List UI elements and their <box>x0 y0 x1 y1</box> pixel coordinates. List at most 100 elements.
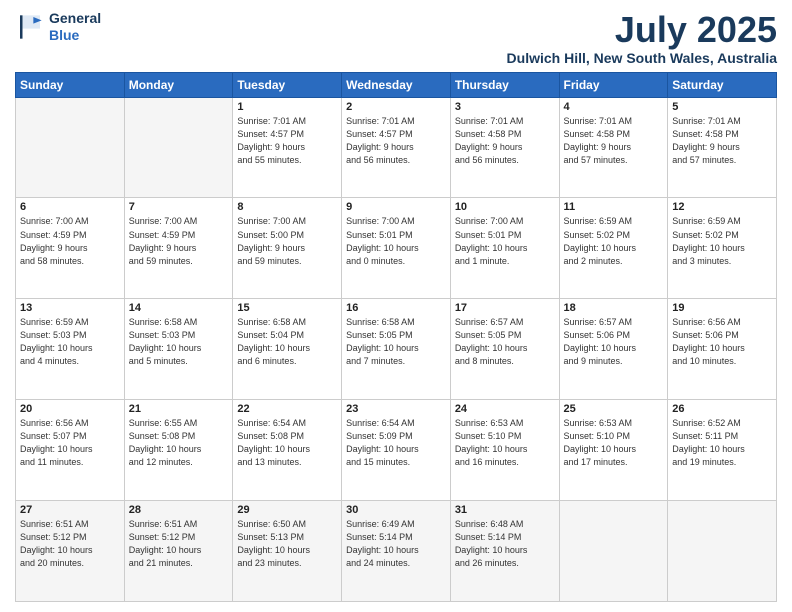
calendar-week-row: 13Sunrise: 6:59 AM Sunset: 5:03 PM Dayli… <box>16 299 777 400</box>
calendar-week-row: 1 Sunrise: 7:01 AM Sunset: 4:57 PM Daylig… <box>16 97 777 198</box>
calendar-cell: 26 Sunrise: 6:52 AM Sunset: 5:11 PM Dayli… <box>668 400 777 501</box>
calendar-cell: 31 Sunrise: 6:48 AM Sunset: 5:14 PM Dayli… <box>450 501 559 602</box>
calendar-cell: 6 Sunrise: 7:00 AM Sunset: 4:59 PM Daylig… <box>16 198 125 299</box>
calendar-cell: 13Sunrise: 6:59 AM Sunset: 5:03 PM Dayli… <box>16 299 125 400</box>
calendar-cell: 22Sunrise: 6:54 AM Sunset: 5:08 PM Dayli… <box>233 400 342 501</box>
day-info: Sunrise: 7:00 AM Sunset: 4:59 PM Dayligh… <box>20 215 120 267</box>
calendar-week-row: 6 Sunrise: 7:00 AM Sunset: 4:59 PM Daylig… <box>16 198 777 299</box>
day-number: 10 <box>455 201 555 213</box>
day-number: 13 <box>20 302 120 314</box>
day-number: 20 <box>20 403 120 415</box>
calendar-cell: 5 Sunrise: 7:01 AM Sunset: 4:58 PM Daylig… <box>668 97 777 198</box>
day-info: Sunrise: 6:52 AM Sunset: 5:11 PM Dayligh… <box>672 417 772 469</box>
calendar-cell: 19 Sunrise: 6:56 AM Sunset: 5:06 PM Dayli… <box>668 299 777 400</box>
day-number: 4 <box>564 101 664 113</box>
day-info: Sunrise: 6:56 AM Sunset: 5:07 PM Dayligh… <box>20 417 120 469</box>
col-monday: Monday <box>124 72 233 97</box>
calendar-cell: 12 Sunrise: 6:59 AM Sunset: 5:02 PM Dayli… <box>668 198 777 299</box>
logo-text: General Blue <box>49 10 101 44</box>
logo: General Blue <box>15 10 101 44</box>
day-number: 16 <box>346 302 446 314</box>
calendar-cell: 4 Sunrise: 7:01 AM Sunset: 4:58 PM Daylig… <box>559 97 668 198</box>
col-tuesday: Tuesday <box>233 72 342 97</box>
day-number: 9 <box>346 201 446 213</box>
calendar-cell: 18 Sunrise: 6:57 AM Sunset: 5:06 PM Dayli… <box>559 299 668 400</box>
day-number: 24 <box>455 403 555 415</box>
day-info: Sunrise: 6:59 AM Sunset: 5:02 PM Dayligh… <box>564 215 664 267</box>
day-number: 25 <box>564 403 664 415</box>
calendar-week-row: 27 Sunrise: 6:51 AM Sunset: 5:12 PM Dayli… <box>16 501 777 602</box>
col-saturday: Saturday <box>668 72 777 97</box>
calendar-cell: 1Sunrise: 7:01 AM Sunset: 4:57 PM Daylig… <box>233 97 342 198</box>
day-number: 19 <box>672 302 772 314</box>
day-number: 31 <box>455 504 555 516</box>
calendar-cell: 30 Sunrise: 6:49 AM Sunset: 5:14 PM Dayli… <box>342 501 451 602</box>
day-info: Sunrise: 7:01 AM Sunset: 4:57 PM Dayligh… <box>346 115 446 167</box>
day-number: 15 <box>237 302 337 314</box>
day-number: 11 <box>564 201 664 213</box>
title-block: July 2025 Dulwich Hill, New South Wales,… <box>507 10 777 66</box>
day-number: 27 <box>20 504 120 516</box>
calendar: Sunday Monday Tuesday Wednesday Thursday… <box>15 72 777 602</box>
page: General Blue July 2025 Dulwich Hill, New… <box>0 0 792 612</box>
day-number: 2 <box>346 101 446 113</box>
day-info: Sunrise: 6:59 AM Sunset: 5:02 PM Dayligh… <box>672 215 772 267</box>
calendar-cell <box>16 97 125 198</box>
calendar-cell: 21 Sunrise: 6:55 AM Sunset: 5:08 PM Dayli… <box>124 400 233 501</box>
day-number: 8 <box>237 201 337 213</box>
day-info: Sunrise: 6:58 AM Sunset: 5:04 PM Dayligh… <box>237 316 337 368</box>
day-info: Sunrise: 6:56 AM Sunset: 5:06 PM Dayligh… <box>672 316 772 368</box>
col-wednesday: Wednesday <box>342 72 451 97</box>
day-info: Sunrise: 6:48 AM Sunset: 5:14 PM Dayligh… <box>455 518 555 570</box>
day-info: Sunrise: 7:00 AM Sunset: 5:00 PM Dayligh… <box>237 215 337 267</box>
day-info: Sunrise: 6:57 AM Sunset: 5:06 PM Dayligh… <box>564 316 664 368</box>
day-number: 21 <box>129 403 229 415</box>
calendar-cell: 23 Sunrise: 6:54 AM Sunset: 5:09 PM Dayli… <box>342 400 451 501</box>
calendar-cell: 28 Sunrise: 6:51 AM Sunset: 5:12 PM Dayli… <box>124 501 233 602</box>
day-number: 3 <box>455 101 555 113</box>
day-number: 12 <box>672 201 772 213</box>
day-info: Sunrise: 6:51 AM Sunset: 5:12 PM Dayligh… <box>20 518 120 570</box>
day-info: Sunrise: 6:53 AM Sunset: 5:10 PM Dayligh… <box>564 417 664 469</box>
day-info: Sunrise: 7:01 AM Sunset: 4:58 PM Dayligh… <box>564 115 664 167</box>
logo-icon <box>15 12 45 42</box>
day-number: 23 <box>346 403 446 415</box>
day-number: 6 <box>20 201 120 213</box>
calendar-cell: 11 Sunrise: 6:59 AM Sunset: 5:02 PM Dayli… <box>559 198 668 299</box>
day-number: 5 <box>672 101 772 113</box>
calendar-cell <box>668 501 777 602</box>
day-info: Sunrise: 7:00 AM Sunset: 5:01 PM Dayligh… <box>346 215 446 267</box>
calendar-cell: 7Sunrise: 7:00 AM Sunset: 4:59 PM Daylig… <box>124 198 233 299</box>
day-info: Sunrise: 6:49 AM Sunset: 5:14 PM Dayligh… <box>346 518 446 570</box>
calendar-cell <box>559 501 668 602</box>
day-number: 30 <box>346 504 446 516</box>
calendar-cell: 10Sunrise: 7:00 AM Sunset: 5:01 PM Dayli… <box>450 198 559 299</box>
day-number: 22 <box>237 403 337 415</box>
day-number: 14 <box>129 302 229 314</box>
day-number: 7 <box>129 201 229 213</box>
calendar-week-row: 20 Sunrise: 6:56 AM Sunset: 5:07 PM Dayli… <box>16 400 777 501</box>
day-info: Sunrise: 6:50 AM Sunset: 5:13 PM Dayligh… <box>237 518 337 570</box>
calendar-cell: 8 Sunrise: 7:00 AM Sunset: 5:00 PM Daylig… <box>233 198 342 299</box>
calendar-cell: 27 Sunrise: 6:51 AM Sunset: 5:12 PM Dayli… <box>16 501 125 602</box>
calendar-cell: 25 Sunrise: 6:53 AM Sunset: 5:10 PM Dayli… <box>559 400 668 501</box>
calendar-cell: 14Sunrise: 6:58 AM Sunset: 5:03 PM Dayli… <box>124 299 233 400</box>
calendar-cell: 17 Sunrise: 6:57 AM Sunset: 5:05 PM Dayli… <box>450 299 559 400</box>
col-sunday: Sunday <box>16 72 125 97</box>
day-number: 26 <box>672 403 772 415</box>
day-info: Sunrise: 6:57 AM Sunset: 5:05 PM Dayligh… <box>455 316 555 368</box>
day-info: Sunrise: 6:54 AM Sunset: 5:09 PM Dayligh… <box>346 417 446 469</box>
day-number: 1 <box>237 101 337 113</box>
day-info: Sunrise: 6:53 AM Sunset: 5:10 PM Dayligh… <box>455 417 555 469</box>
col-thursday: Thursday <box>450 72 559 97</box>
day-number: 28 <box>129 504 229 516</box>
calendar-cell: 20 Sunrise: 6:56 AM Sunset: 5:07 PM Dayli… <box>16 400 125 501</box>
day-number: 18 <box>564 302 664 314</box>
day-info: Sunrise: 6:51 AM Sunset: 5:12 PM Dayligh… <box>129 518 229 570</box>
day-info: Sunrise: 7:01 AM Sunset: 4:58 PM Dayligh… <box>672 115 772 167</box>
day-info: Sunrise: 6:58 AM Sunset: 5:05 PM Dayligh… <box>346 316 446 368</box>
day-info: Sunrise: 6:55 AM Sunset: 5:08 PM Dayligh… <box>129 417 229 469</box>
location-title: Dulwich Hill, New South Wales, Australia <box>507 50 777 66</box>
calendar-cell: 3Sunrise: 7:01 AM Sunset: 4:58 PM Daylig… <box>450 97 559 198</box>
day-number: 17 <box>455 302 555 314</box>
